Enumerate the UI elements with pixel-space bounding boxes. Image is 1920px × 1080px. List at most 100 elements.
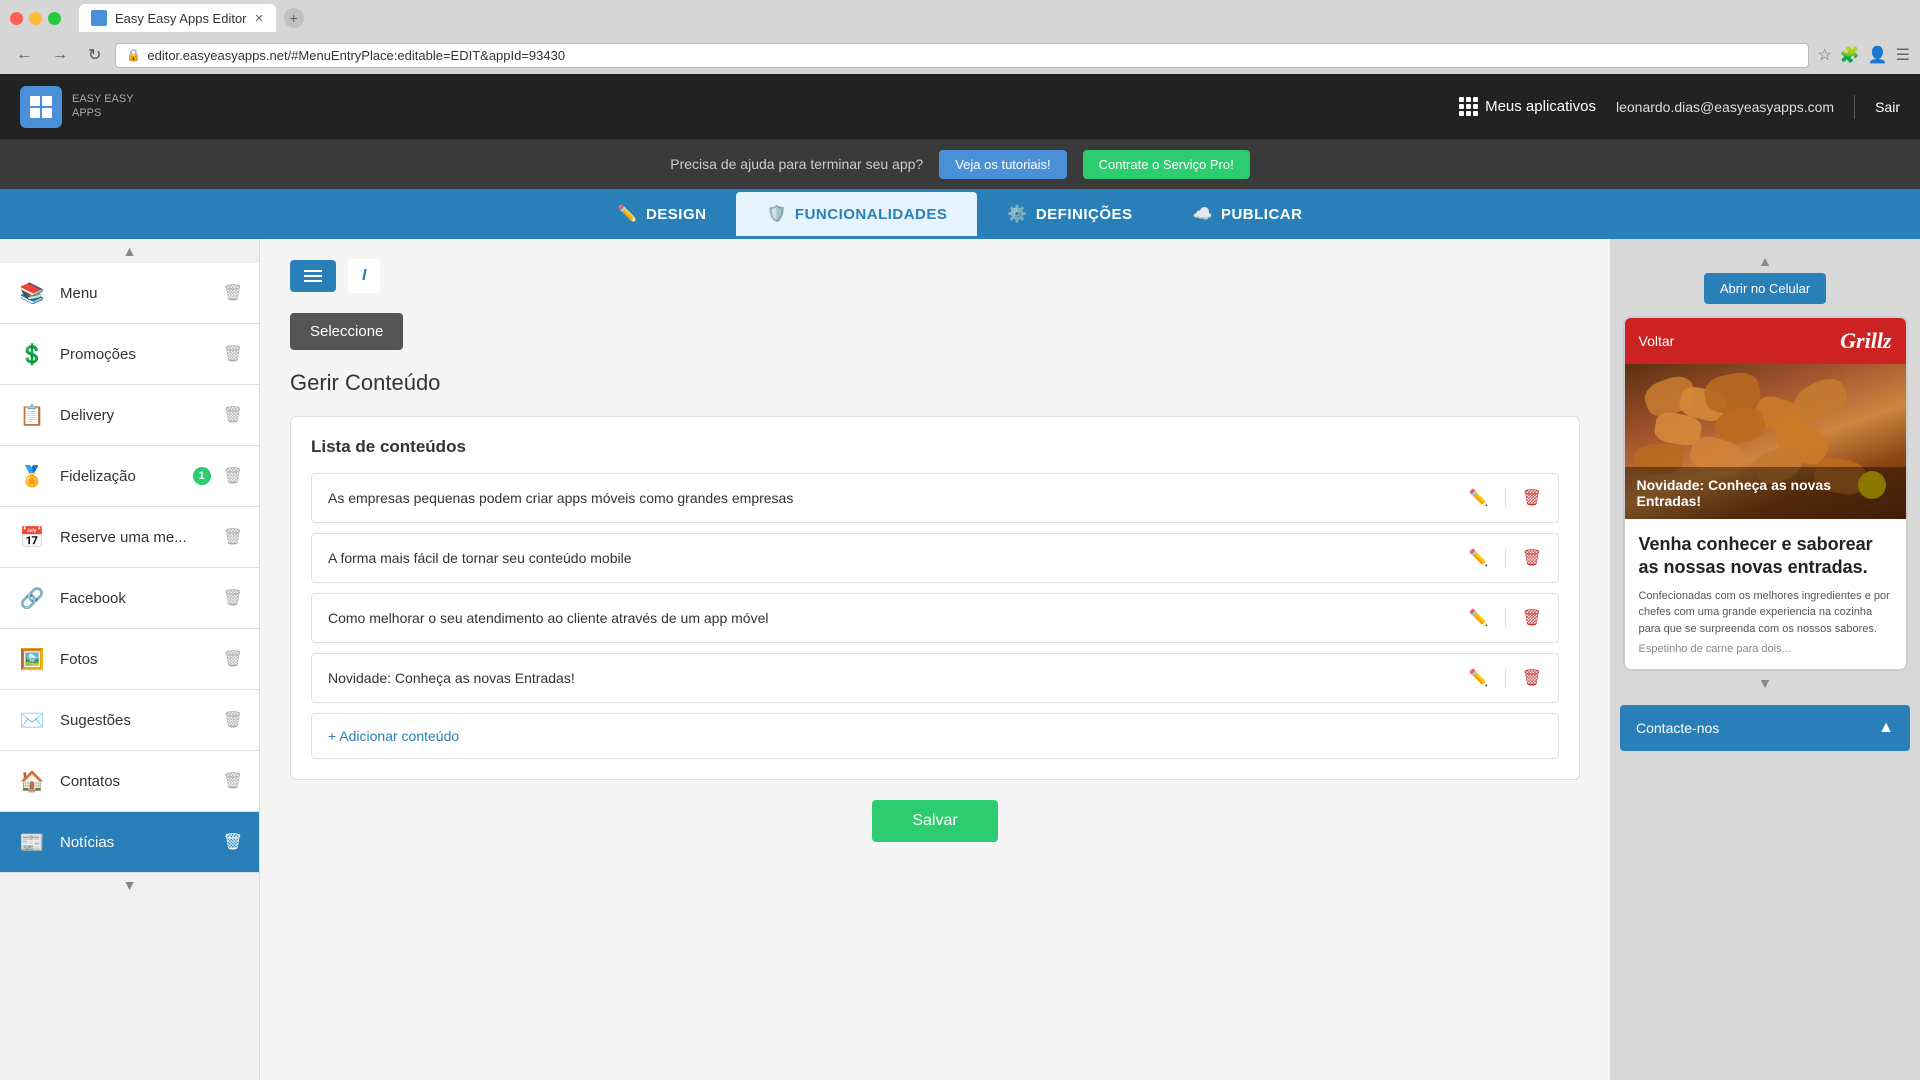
tab-definicoes-label: DEFINIÇÕES (1036, 206, 1133, 223)
sidebar-label-contatos: Contatos (60, 773, 211, 790)
promocoes-icon: 💲 (16, 338, 48, 370)
delete-sugestoes-icon[interactable]: 🗑 (223, 710, 243, 730)
tutorials-button[interactable]: Veja os tutoriais! (939, 150, 1066, 179)
tab-publicar[interactable]: ☁️ PUBLICAR (1163, 192, 1333, 239)
phone-content: Venha conhecer e saborear as nossas nova… (1625, 519, 1906, 669)
phone-frame: Voltar Grillz Novidade: (1623, 316, 1908, 671)
delete-promocoes-icon[interactable]: 🗑 (223, 344, 243, 364)
tab-close-btn[interactable]: ✕ (255, 12, 264, 25)
contacte-bar[interactable]: Contacte-nos ▲ (1620, 705, 1910, 751)
forward-button[interactable]: → (46, 42, 74, 68)
phone-header: Voltar Grillz (1625, 318, 1906, 364)
extensions-icon[interactable]: 🧩 (1840, 45, 1860, 65)
content-item-text-0: As empresas pequenas podem criar apps mó… (328, 490, 1469, 506)
sidebar-label-promocoes: Promoções (60, 346, 211, 363)
italic-button[interactable]: I (348, 259, 380, 293)
sidebar-item-sugestoes[interactable]: ✉️ Sugestões 🗑 (0, 690, 259, 751)
sidebar-item-promocoes[interactable]: 💲 Promoções 🗑 (0, 324, 259, 385)
content-item-text-1: A forma mais fácil de tornar seu conteúd… (328, 550, 1469, 566)
meus-aplicativos-btn[interactable]: Meus aplicativos (1459, 97, 1596, 116)
sidebar-label-delivery: Delivery (60, 407, 211, 424)
delete-fotos-icon[interactable]: 🗑 (223, 649, 243, 669)
list-item: Novidade: Conheça as novas Entradas! ✏️ … (311, 653, 1559, 703)
browser-dots (10, 12, 61, 25)
fotos-icon: 🖼️ (16, 643, 48, 675)
sidebar-item-menu[interactable]: 📚 Menu 🗑 (0, 263, 259, 324)
sidebar-item-fotos[interactable]: 🖼️ Fotos 🗑 (0, 629, 259, 690)
sidebar-label-fotos: Fotos (60, 651, 211, 668)
tab-publicar-label: PUBLICAR (1221, 206, 1303, 223)
facebook-icon: 🔗 (16, 582, 48, 614)
delete-contatos-icon[interactable]: 🗑 (223, 771, 243, 791)
sidebar-item-noticias[interactable]: 📰 Notícias 🗑 (0, 812, 259, 873)
grid-icon (1459, 97, 1477, 116)
delete-reserve-icon[interactable]: 🗑 (223, 527, 243, 547)
item-actions-1: ✏️ 🗑 (1469, 548, 1542, 568)
edit-item-3-btn[interactable]: ✏️ (1469, 668, 1489, 688)
delete-facebook-icon[interactable]: 🗑 (223, 588, 243, 608)
delete-item-3-btn[interactable]: 🗑 (1522, 668, 1542, 688)
sair-button[interactable]: Sair (1875, 99, 1900, 115)
sidebar-scroll-up[interactable]: ▲ (0, 239, 259, 263)
preview-scroll-down[interactable]: ▼ (1620, 671, 1910, 695)
sidebar-item-facebook[interactable]: 🔗 Facebook 🗑 (0, 568, 259, 629)
back-button[interactable]: ← (10, 42, 38, 68)
pro-service-button[interactable]: Contrate o Serviço Pro! (1083, 150, 1250, 179)
app-logo: EASY EASY APPS (20, 86, 134, 128)
bookmark-icon[interactable]: ☆ (1817, 45, 1831, 65)
section-title: Gerir Conteúdo (290, 370, 1580, 396)
definicoes-icon: ⚙️ (1007, 204, 1027, 224)
chevron-up-icon[interactable]: ▲ (1878, 719, 1894, 737)
phone-brand-logo: Grillz (1684, 328, 1891, 354)
delete-noticias-icon[interactable]: 🗑 (223, 832, 243, 852)
fidelizacao-badge: 1 (193, 467, 211, 485)
content-item-text-2: Como melhorar o seu atendimento ao clien… (328, 610, 1469, 626)
sidebar-item-fidelizacao[interactable]: 🏅 Fidelização 1 🗑 (0, 446, 259, 507)
edit-item-0-btn[interactable]: ✏️ (1469, 488, 1489, 508)
delete-delivery-icon[interactable]: 🗑 (223, 405, 243, 425)
phone-back-btn[interactable]: Voltar (1639, 333, 1675, 349)
browser-tab[interactable]: Easy Easy Apps Editor ✕ (79, 4, 276, 32)
publicar-icon: ☁️ (1193, 204, 1213, 224)
content-list-container: Lista de conteúdos As empresas pequenas … (290, 416, 1580, 780)
item-actions-3: ✏️ 🗑 (1469, 668, 1542, 688)
delete-item-1-btn[interactable]: 🗑 (1522, 548, 1542, 568)
maximize-dot[interactable] (48, 12, 61, 25)
sidebar-item-delivery[interactable]: 📋 Delivery 🗑 (0, 385, 259, 446)
editor-controls: I (290, 259, 1580, 293)
menu-icon[interactable]: ☰ (1896, 45, 1910, 65)
delete-menu-icon[interactable]: 🗑 (223, 283, 243, 303)
new-tab-btn[interactable]: + (284, 8, 304, 28)
sidebar-item-contatos[interactable]: 🏠 Contatos 🗑 (0, 751, 259, 812)
add-content-button[interactable]: + Adicionar conteúdo (311, 713, 1559, 759)
delete-item-0-btn[interactable]: 🗑 (1522, 488, 1542, 508)
minimize-dot[interactable] (29, 12, 42, 25)
main-layout: ▲ 📚 Menu 🗑 💲 Promoções 🗑 📋 Delivery 🗑 🏅 … (0, 239, 1920, 1080)
edit-item-2-btn[interactable]: ✏️ (1469, 608, 1489, 628)
delete-fidelizacao-icon[interactable]: 🗑 (223, 466, 243, 486)
save-button[interactable]: Salvar (872, 800, 997, 842)
refresh-button[interactable]: ↻ (82, 41, 107, 69)
menu-lines-button[interactable] (290, 260, 336, 292)
seleccione-button[interactable]: Seleccione (290, 313, 403, 350)
list-item: As empresas pequenas podem criar apps mó… (311, 473, 1559, 523)
contacte-label: Contacte-nos (1636, 720, 1719, 736)
tab-definicoes[interactable]: ⚙️ DEFINIÇÕES (977, 192, 1162, 239)
action-divider (1505, 608, 1506, 628)
delete-item-2-btn[interactable]: 🗑 (1522, 608, 1542, 628)
preview-scroll-up[interactable]: ▲ (1620, 249, 1910, 273)
tab-design[interactable]: ✏️ DESIGN (588, 192, 737, 239)
nav-tabs: ✏️ DESIGN 🛡️ FUNCIONALIDADES ⚙️ DEFINIÇÕ… (0, 189, 1920, 239)
sidebar-item-reserve[interactable]: 📅 Reserve uma me... 🗑 (0, 507, 259, 568)
logo-icon (20, 86, 62, 128)
close-dot[interactable] (10, 12, 23, 25)
edit-item-1-btn[interactable]: ✏️ (1469, 548, 1489, 568)
sidebar-scroll-down[interactable]: ▼ (0, 873, 259, 897)
phone-hero-overlay: Novidade: Conheça as novas Entradas! (1625, 467, 1906, 519)
address-bar[interactable]: 🔒 editor.easyeasyapps.net/#MenuEntryPlac… (115, 43, 1809, 68)
open-mobile-button[interactable]: Abrir no Celular (1704, 273, 1826, 304)
tab-funcionalidades[interactable]: 🛡️ FUNCIONALIDADES (736, 192, 977, 239)
user-icon[interactable]: 👤 (1868, 45, 1888, 65)
menu-icon: 📚 (16, 277, 48, 309)
phone-hero-image: Novidade: Conheça as novas Entradas! (1625, 364, 1906, 519)
